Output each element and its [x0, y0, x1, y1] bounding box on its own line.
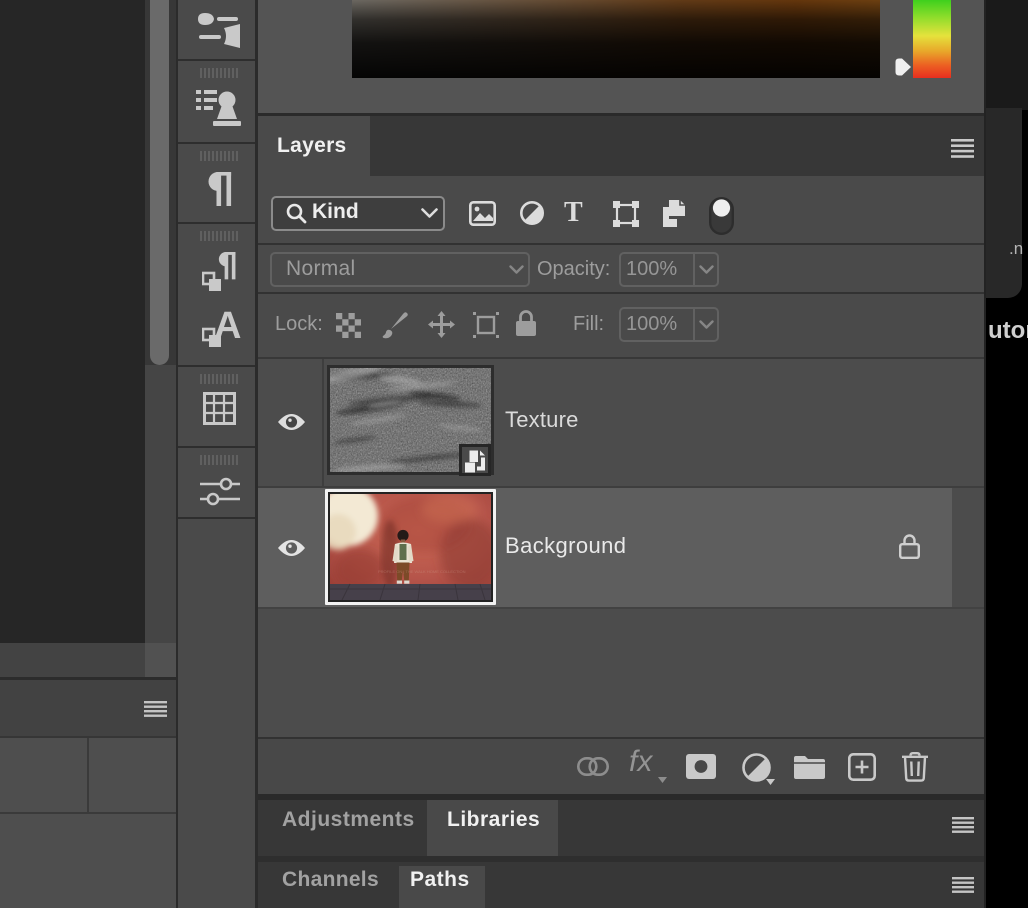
svg-text:PROFILE ON | THE WALK HOME COL: PROFILE ON | THE WALK HOME COLLECTION [378, 569, 466, 574]
